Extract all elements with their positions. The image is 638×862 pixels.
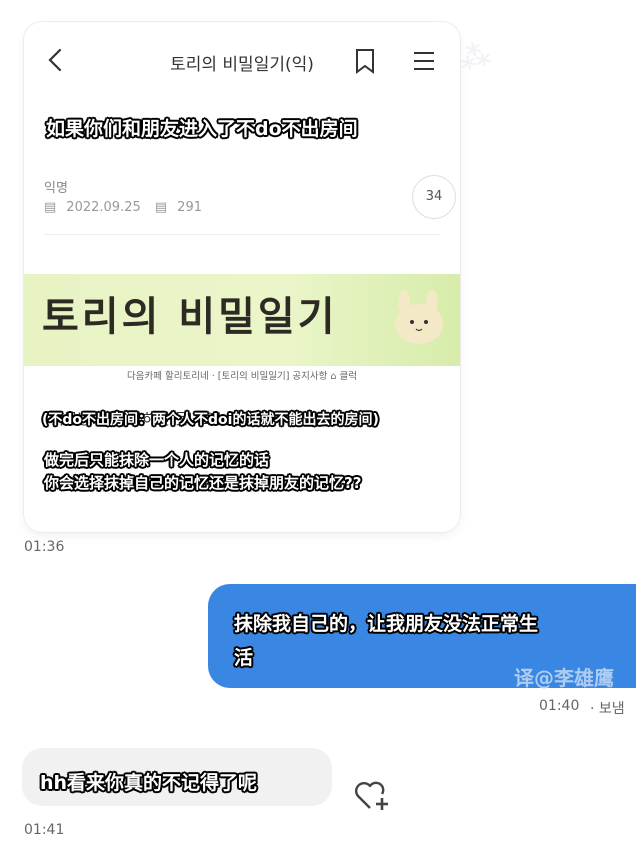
post-header-title: 토리의 비밀일기(익)	[170, 55, 314, 75]
banner-title: 토리의 비밀일기	[42, 294, 338, 340]
views-icon: ▤	[154, 200, 168, 215]
ghost-texture: ⁂	[456, 37, 495, 78]
outgoing-message-line-1: 抹除我自己的，让我朋友没法正常生	[234, 613, 539, 635]
incoming-message-text: hh看来你真的不记得了呢	[40, 772, 258, 794]
banner-subtitle: 다음카페 할리토리네 · [토리의 비밀일기] 공지사항 ⌂ 클럭	[127, 371, 357, 382]
bunny-illustration-icon	[395, 290, 443, 344]
timestamp-2: 01:40	[539, 698, 580, 714]
post-date: 2022.09.25	[66, 200, 141, 215]
cafe-banner: 토리의 비밀일기	[24, 274, 460, 366]
translator-watermark: 译@李雄鹰	[514, 666, 614, 690]
post-header: 토리의 비밀일기(익)	[24, 22, 460, 100]
caption-line-3: 做完后只能抹除一个人的记忆的话	[44, 451, 270, 469]
caption-line-4: 你会选择抹掉自己的记忆还是抹掉朋友的记忆??	[44, 474, 362, 492]
timestamp-1: 01:36	[24, 539, 65, 555]
caption-line-2: (不do不出房间：两个人不doi的话就不能出去的房间)	[42, 412, 379, 428]
sent-label: · 보냄	[590, 701, 625, 717]
post-meta: ▤ 2022.09.25 ▤ 291	[44, 200, 212, 215]
post-author: 익명	[44, 181, 68, 196]
comment-count-badge[interactable]: 34	[412, 175, 456, 219]
caption-line-1: 如果你们和朋友进入了不do不出房间	[46, 118, 358, 140]
divider	[44, 234, 440, 235]
calendar-icon: ▤	[44, 200, 57, 215]
heart-plus-icon[interactable]	[354, 778, 390, 812]
timestamp-3: 01:41	[24, 822, 65, 838]
post-views: 291	[177, 200, 202, 215]
outgoing-message-line-2: 活	[234, 647, 254, 669]
menu-icon[interactable]	[412, 50, 436, 72]
bookmark-icon[interactable]	[354, 48, 376, 74]
